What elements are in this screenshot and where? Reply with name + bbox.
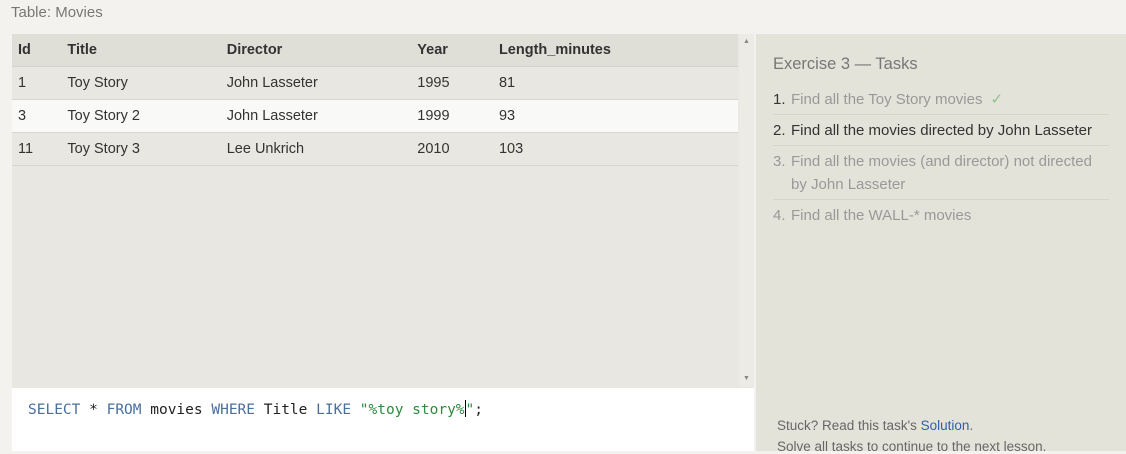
task-number: 2. [773, 122, 786, 139]
column-header-length-minutes: Length_minutes [492, 34, 738, 67]
task-text: Find all the Toy Story movies [791, 91, 983, 108]
cell-id: 1 [12, 66, 62, 100]
checkmark-icon: ✓ [990, 91, 1004, 108]
column-header-title: Title [61, 34, 221, 67]
sql-keyword-from: FROM [106, 402, 142, 418]
task-text: Find all the movies (and director) not d… [791, 153, 1092, 193]
task-number: 4. [773, 207, 786, 224]
cell-director: Lee Unkrich [220, 132, 412, 166]
sql-space [351, 402, 360, 418]
cell-length-minutes: 103 [492, 132, 738, 166]
sql-column-name: Title [255, 402, 317, 418]
sql-string-literal: "%toy story% [359, 402, 465, 418]
task-item-4: 4. Find all the WALL-* movies [773, 200, 1109, 230]
cell-director: John Lasseter [220, 99, 412, 133]
task-text: Find all the movies directed by John Las… [791, 122, 1092, 139]
solve-all-tasks-text: Solve all tasks to continue to the next … [777, 439, 1047, 454]
column-header-id: Id [12, 34, 62, 67]
task-item-3: 3. Find all the movies (and director) no… [773, 146, 1109, 200]
scroll-up-arrow-icon[interactable]: ▲ [739, 36, 754, 48]
task-item-1: 1. Find all the Toy Story movies ✓ [773, 84, 1109, 115]
task-list: 1. Find all the Toy Story movies ✓ 2. Fin… [773, 84, 1109, 230]
task-number: 3. [773, 153, 786, 170]
column-header-year: Year [411, 34, 493, 67]
results-scrollbar[interactable]: ▲ ▼ [739, 34, 754, 387]
cell-year: 1999 [411, 99, 493, 133]
table-header-row: Id Title Director Year Length_minutes [12, 34, 738, 67]
results-table: Id Title Director Year Length_minutes 1 … [12, 34, 738, 166]
tasks-panel: Exercise 3 — Tasks 1. Find all the Toy S… [756, 34, 1126, 454]
cell-length-minutes: 93 [492, 99, 738, 133]
table-row: 11 Toy Story 3 Lee Unkrich 2010 103 [12, 132, 738, 166]
cell-director: John Lasseter [220, 66, 412, 100]
sql-star: * [80, 402, 107, 418]
column-header-director: Director [220, 34, 412, 67]
sql-editor[interactable]: SELECT * FROM movies WHERE Title LIKE "%… [12, 388, 754, 451]
cell-year: 1995 [411, 66, 493, 100]
cell-year: 2010 [411, 132, 493, 166]
sql-string-literal-end: " [465, 402, 475, 418]
cell-id: 11 [12, 132, 62, 166]
query-results-panel: Id Title Director Year Length_minutes 1 … [12, 34, 754, 451]
sql-keyword-where: WHERE [211, 402, 256, 418]
sql-query-text[interactable]: SELECT * FROM movies WHERE Title LIKE "%… [28, 400, 483, 418]
scroll-down-arrow-icon[interactable]: ▼ [739, 373, 754, 385]
task-text: Find all the WALL-* movies [791, 207, 972, 224]
task-number: 1. [773, 91, 786, 108]
table-label: Table: Movies [11, 4, 103, 21]
sql-keyword-like: LIKE [316, 402, 352, 418]
stuck-help-text: Stuck? Read this task's Solution. [777, 418, 974, 433]
table-row: 1 Toy Story John Lasseter 1995 81 [12, 66, 738, 100]
solution-link[interactable]: Solution [921, 418, 970, 433]
results-table-container: Id Title Director Year Length_minutes 1 … [12, 34, 738, 387]
sql-table-name: movies [141, 402, 212, 418]
sql-keyword-select: SELECT [28, 402, 81, 418]
cell-title: Toy Story 3 [61, 132, 221, 166]
sql-terminator: ; [474, 402, 484, 418]
cell-id: 3 [12, 99, 62, 133]
cell-length-minutes: 81 [492, 66, 738, 100]
cell-title: Toy Story [61, 66, 221, 100]
exercise-title: Exercise 3 — Tasks [773, 55, 918, 73]
table-row: 3 Toy Story 2 John Lasseter 1999 93 [12, 99, 738, 133]
cell-title: Toy Story 2 [61, 99, 221, 133]
task-item-2: 2. Find all the movies directed by John … [773, 115, 1109, 146]
